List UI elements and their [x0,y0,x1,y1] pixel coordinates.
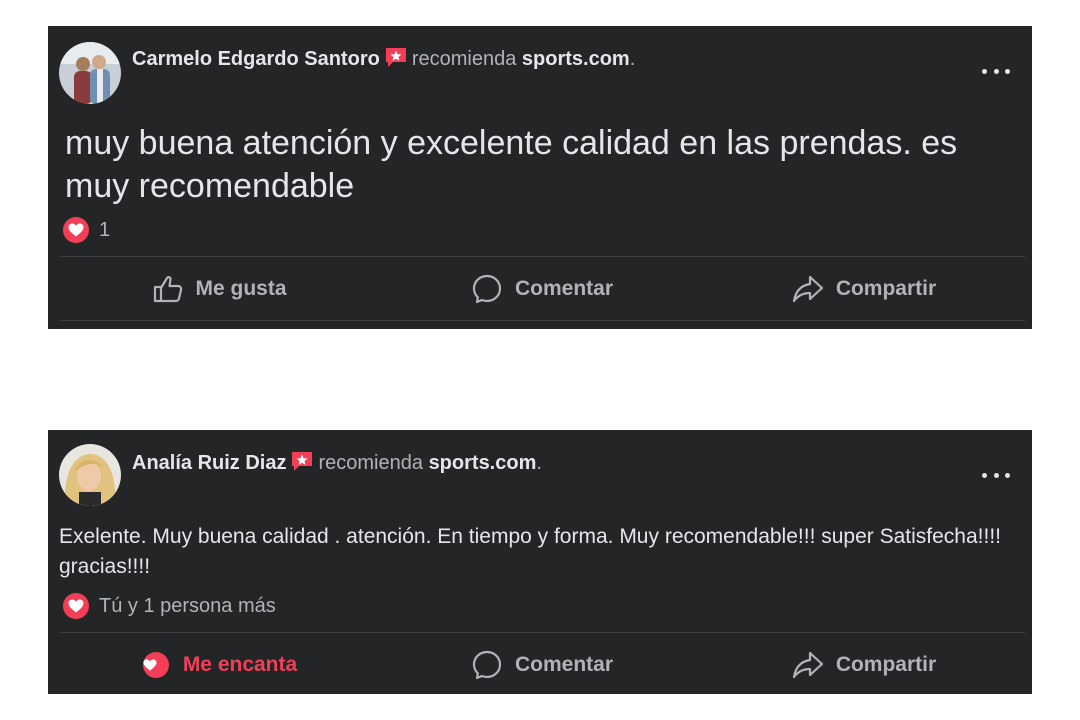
author-name[interactable]: Analía Ruiz Diaz [132,452,286,474]
share-label: Compartir [835,277,937,300]
post-header: Analía Ruiz Diaz recomienda sports.com. [132,450,542,475]
heart-reaction-icon [63,593,89,619]
author-name[interactable]: Carmelo Edgardo Santoro [132,48,380,70]
recommend-verb: recomienda [318,452,423,474]
recommendation-star-icon [290,450,314,472]
comment-button[interactable]: Comentar [381,257,703,321]
heart-reaction-icon [63,217,89,243]
comment-bubble-icon [472,650,502,680]
page-name[interactable]: sports.com [522,48,630,70]
love-button[interactable]: Me encanta [59,633,381,697]
reaction-count: 1 [99,218,111,241]
divider [59,320,1025,321]
like-button[interactable]: Me gusta [59,257,381,321]
heart-reaction-icon [142,652,169,678]
header-period: . [629,48,636,70]
post-card: Carmelo Edgardo Santoro recomienda sports… [48,26,1032,329]
recommend-verb: recomienda [411,48,517,70]
avatar[interactable] [59,42,121,104]
reaction-count: Tú y 1 persona más [99,594,276,617]
header-period: . [536,452,542,474]
share-arrow-icon [792,651,823,679]
share-button[interactable]: Compartir [703,633,1025,697]
comment-bubble-icon [472,274,502,304]
thumbs-up-icon [154,276,183,303]
reaction-summary[interactable]: 1 [63,217,110,243]
comment-label: Comentar [514,653,614,676]
more-options-icon[interactable] [982,470,1010,480]
reaction-summary[interactable]: Tú y 1 persona más [63,593,276,619]
comment-label: Comentar [514,277,614,300]
share-label: Compartir [835,653,937,676]
more-options-icon[interactable] [982,66,1010,76]
post-header: Carmelo Edgardo Santoro recomienda sports… [132,46,635,71]
post-card: Analía Ruiz Diaz recomienda sports.com. E… [48,430,1032,694]
recommendation-star-icon [384,46,408,68]
post-actions: Me encanta Comentar Compartir [59,633,1025,697]
share-arrow-icon [792,275,823,303]
avatar[interactable] [59,444,121,506]
comment-button[interactable]: Comentar [381,633,703,697]
love-label: Me encanta [182,653,298,676]
post-text: muy buena atención y excelente calidad e… [65,124,958,205]
like-label: Me gusta [195,277,287,300]
page-name[interactable]: sports.com [429,452,537,474]
post-text: Exelente. Muy buena calidad . atención. … [59,525,1002,578]
share-button[interactable]: Compartir [703,257,1025,321]
post-actions: Me gusta Comentar Compartir [59,257,1025,321]
